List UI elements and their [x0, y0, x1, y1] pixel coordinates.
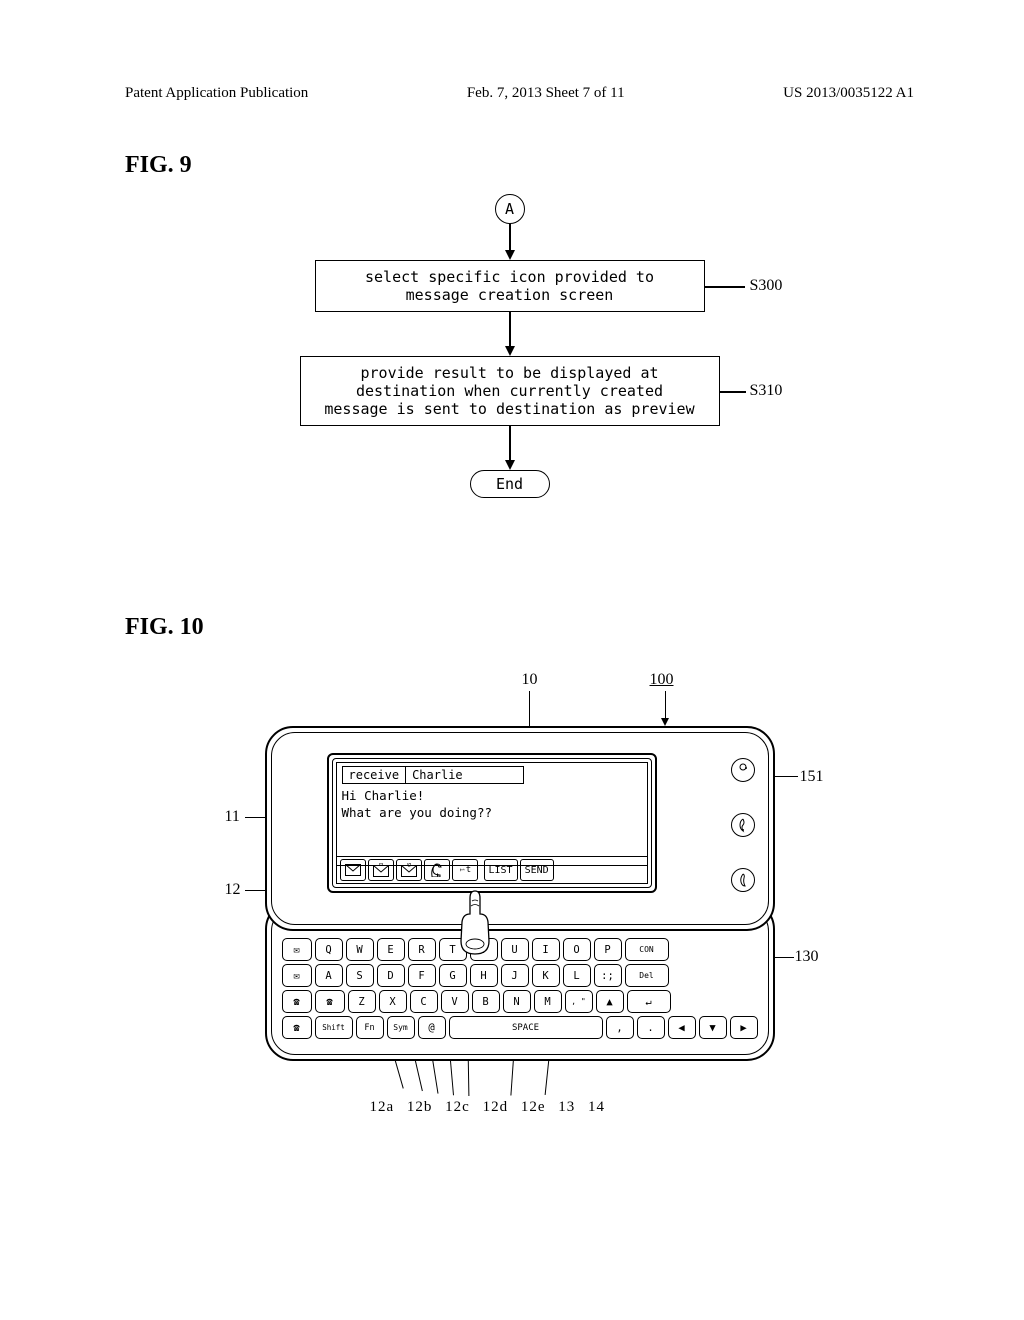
key-enter[interactable]: ↵ [627, 990, 671, 1013]
send-button[interactable]: SEND [520, 859, 554, 881]
key-b[interactable]: B [472, 990, 500, 1013]
phone-upper-body: receiveCharlie Hi Charlie! What are you … [265, 726, 775, 931]
key-l[interactable]: L [563, 964, 591, 987]
list-button[interactable]: LIST [484, 859, 518, 881]
flow-node-end: End [470, 470, 550, 498]
toolbar-icon-12c[interactable]: @ [396, 859, 422, 881]
recipient-name: Charlie [406, 766, 524, 784]
msg-line2: What are you doing?? [342, 805, 642, 822]
key-comma[interactable]: , [606, 1016, 634, 1039]
ref-10: 10 [522, 671, 538, 689]
header-left: Patent Application Publication [125, 85, 308, 102]
toolbar-icon-12d[interactable] [424, 859, 450, 881]
key-mail-icon[interactable]: ✉ [282, 938, 312, 961]
key-f[interactable]: F [408, 964, 436, 987]
key-up[interactable]: ▲ [596, 990, 624, 1013]
fig9-flowchart: A select specific icon provided to messa… [250, 194, 790, 544]
key-e[interactable]: E [377, 938, 405, 961]
key-commaquote[interactable]: , " [565, 990, 593, 1013]
msg-line1: Hi Charlie! [342, 788, 642, 805]
key-z[interactable]: Z [348, 990, 376, 1013]
bottom-refs: 12a 12b 12c 12d 12e 13 14 [370, 1099, 605, 1116]
key-space[interactable]: SPACE [449, 1016, 603, 1039]
key-n[interactable]: N [503, 990, 531, 1013]
side-button-mid[interactable] [731, 813, 755, 837]
key-v[interactable]: V [441, 990, 469, 1013]
finger-icon [455, 886, 495, 956]
toolbar-icon-12b[interactable]: M [368, 859, 394, 881]
key-fn[interactable]: Fn [356, 1016, 384, 1039]
key-i[interactable]: I [532, 938, 560, 961]
toolbar-icon-12a[interactable] [340, 859, 366, 881]
key-shift[interactable]: Shift [315, 1016, 353, 1039]
svg-text:@: @ [407, 863, 411, 868]
key-j[interactable]: J [501, 964, 529, 987]
side-button-top[interactable] [731, 758, 755, 782]
key-p[interactable]: P [594, 938, 622, 961]
fig9-label: FIG. 9 [125, 152, 914, 179]
key-right[interactable]: ▶ [730, 1016, 758, 1039]
key-h[interactable]: H [470, 964, 498, 987]
flow-step-s310: provide result to be displayed at destin… [300, 356, 720, 426]
page-header: Patent Application Publication Feb. 7, 2… [125, 85, 914, 102]
display-screen: receiveCharlie Hi Charlie! What are you … [327, 753, 657, 893]
key-k[interactable]: K [532, 964, 560, 987]
key-w[interactable]: W [346, 938, 374, 961]
ref-130: 130 [795, 948, 819, 966]
key-mail2-icon[interactable]: ✉ [282, 964, 312, 987]
key-c[interactable]: C [410, 990, 438, 1013]
key-o[interactable]: O [563, 938, 591, 961]
toolbar-icon-12e[interactable]: it [452, 859, 478, 881]
key-r[interactable]: R [408, 938, 436, 961]
header-right: US 2013/0035122 A1 [783, 85, 914, 102]
key-period[interactable]: . [637, 1016, 665, 1039]
ref-12: 12 [225, 881, 241, 899]
ref-100: 100 [650, 671, 674, 689]
key-colon[interactable]: :; [594, 964, 622, 987]
key-end-icon[interactable]: ☎ [282, 1016, 312, 1039]
key-at[interactable]: @ [418, 1016, 446, 1039]
key-phone2-icon[interactable]: ☎ [315, 990, 345, 1013]
key-left[interactable]: ◀ [668, 1016, 696, 1039]
key-con[interactable]: CON [625, 938, 669, 961]
key-d[interactable]: D [377, 964, 405, 987]
message-toolbar: M @ it LIST SEND [336, 856, 648, 884]
fig10-drawing: 100 10 151 11 12 130 receiveCharlie Hi C… [210, 656, 830, 1186]
key-del[interactable]: Del [625, 964, 669, 987]
message-creation-area: receiveCharlie Hi Charlie! What are you … [336, 762, 648, 866]
fig10-label: FIG. 10 [125, 614, 914, 641]
ref-s310: S310 [750, 382, 783, 400]
ref-s300: S300 [750, 277, 783, 295]
flow-step-s300: select specific icon provided to message… [315, 260, 705, 312]
svg-text:M: M [379, 863, 383, 868]
key-s[interactable]: S [346, 964, 374, 987]
receive-label: receive [342, 766, 407, 784]
key-q[interactable]: Q [315, 938, 343, 961]
key-phone-icon[interactable]: ☎ [282, 990, 312, 1013]
key-u[interactable]: U [501, 938, 529, 961]
key-x[interactable]: X [379, 990, 407, 1013]
flow-node-a: A [495, 194, 525, 224]
key-sym[interactable]: Sym [387, 1016, 415, 1039]
key-down[interactable]: ▼ [699, 1016, 727, 1039]
header-center: Feb. 7, 2013 Sheet 7 of 11 [467, 85, 625, 102]
side-button-bot[interactable] [731, 868, 755, 892]
qwerty-keyboard: ✉ Q W E R T Y U I O P CON ✉ A S [282, 938, 758, 1045]
ref-11: 11 [225, 808, 240, 826]
key-m[interactable]: M [534, 990, 562, 1013]
key-a[interactable]: A [315, 964, 343, 987]
key-g[interactable]: G [439, 964, 467, 987]
ref-151: 151 [800, 768, 824, 786]
